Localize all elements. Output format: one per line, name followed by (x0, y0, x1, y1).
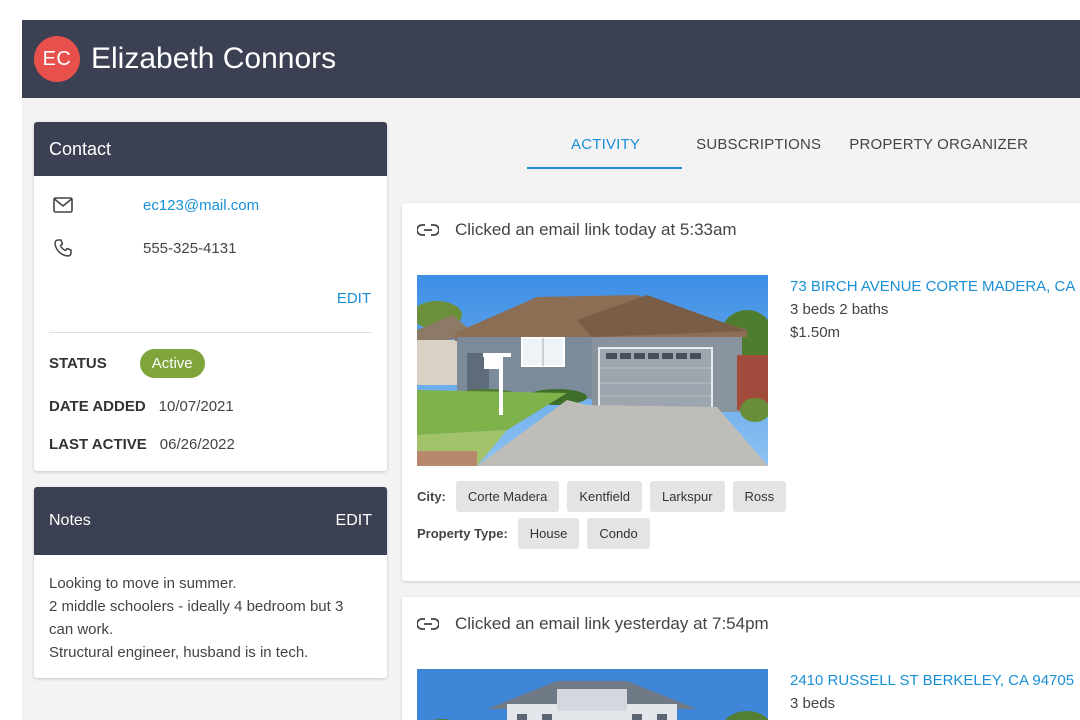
contact-name-title: Elizabeth Connors (91, 42, 337, 75)
property-address-link[interactable]: 2410 RUSSELL ST BERKELEY, CA 94705 (790, 669, 1074, 692)
property-info: 2410 RUSSELL ST BERKELEY, CA 94705 3 bed… (790, 669, 1074, 715)
activity-card: Clicked an email link today at 5:33am 73… (402, 203, 1080, 581)
notes-line: Structural engineer, husband is in tech. (49, 644, 309, 661)
contact-card-header: Contact (34, 122, 387, 176)
email-link[interactable]: ec123@mail.com (143, 197, 259, 214)
notes-text[interactable]: Looking to move in summer. 2 middle scho… (34, 555, 387, 678)
email-row: ec123@mail.com (52, 194, 259, 216)
property-type-chip[interactable]: Condo (587, 518, 650, 549)
notes-card-header: Notes EDIT (34, 487, 387, 555)
phone-number[interactable]: 555-325-4131 (143, 240, 236, 257)
property-type-filter-row: Property Type: House Condo (417, 518, 794, 549)
property-filters: City: Corte Madera Kentfield Larkspur Ro… (417, 481, 794, 555)
edit-notes-button[interactable]: EDIT (336, 512, 372, 530)
last-active-row: LAST ACTIVE 06/26/2022 (49, 436, 235, 453)
avatar[interactable]: EC (34, 36, 80, 82)
property-type-filter-label: Property Type: (417, 526, 508, 541)
status-row: STATUS Active (49, 349, 205, 378)
last-active-label: LAST ACTIVE (49, 436, 147, 453)
activity-card: Clicked an email link yesterday at 7:54p… (402, 597, 1080, 720)
tab-subscriptions[interactable]: SUBSCRIPTIONS (682, 126, 835, 169)
notes-line: Looking to move in summer. (49, 575, 237, 592)
property-photo[interactable] (417, 275, 768, 466)
property-type-chip[interactable]: House (517, 518, 580, 549)
notes-line: 2 middle schoolers - ideally 4 bedroom b… (49, 598, 344, 615)
property-address-link[interactable]: 73 BIRCH AVENUE CORTE MADERA, CA (790, 275, 1075, 298)
property-photo[interactable] (417, 669, 768, 720)
notes-card: Notes EDIT Looking to move in summer. 2 … (34, 487, 387, 678)
divider (49, 332, 372, 333)
activity-header: Clicked an email link today at 5:33am (417, 220, 737, 240)
contact-card-title: Contact (49, 138, 112, 159)
property-details: 3 beds (790, 695, 836, 712)
link-icon (417, 614, 441, 634)
tab-property-organizer[interactable]: PROPERTY ORGANIZER (835, 126, 1042, 169)
city-filter-label: City: (417, 489, 446, 504)
contact-card: Contact ec123@mail.com 555-325-4131 EDIT… (34, 122, 387, 471)
city-chip[interactable]: Ross (732, 481, 787, 512)
phone-icon (52, 237, 74, 259)
mail-icon (52, 194, 74, 216)
last-active-value: 06/26/2022 (159, 436, 235, 453)
property-details: 3 beds 2 baths (790, 301, 889, 318)
notes-line: can work. (49, 621, 114, 638)
date-added-value: 10/07/2021 (158, 398, 234, 415)
city-chip[interactable]: Corte Madera (455, 481, 560, 512)
status-label: STATUS (49, 355, 107, 372)
activity-header: Clicked an email link yesterday at 7:54p… (417, 614, 769, 634)
city-chip[interactable]: Kentfield (567, 481, 642, 512)
status-badge[interactable]: Active (139, 349, 205, 378)
activity-text: Clicked an email link yesterday at 7:54p… (455, 614, 769, 633)
date-added-row: DATE ADDED 10/07/2021 (49, 398, 234, 415)
city-filter-row: City: Corte Madera Kentfield Larkspur Ro… (417, 481, 794, 512)
tab-bar: ACTIVITY SUBSCRIPTIONS PROPERTY ORGANIZE… (527, 126, 1042, 169)
top-bar: EC Elizabeth Connors (22, 20, 1080, 98)
edit-contact-button[interactable]: EDIT (337, 290, 371, 307)
tab-activity[interactable]: ACTIVITY (527, 126, 683, 169)
property-info: 73 BIRCH AVENUE CORTE MADERA, CA 3 beds … (790, 275, 1075, 344)
city-chip[interactable]: Larkspur (649, 481, 725, 512)
app-window: EC Elizabeth Connors Contact ec123@mail.… (22, 20, 1080, 720)
link-icon (417, 220, 441, 240)
date-added-label: DATE ADDED (49, 398, 146, 415)
phone-row: 555-325-4131 (52, 237, 236, 259)
activity-text: Clicked an email link today at 5:33am (455, 220, 737, 239)
property-price: $1.50m (790, 324, 841, 341)
notes-card-title: Notes (49, 512, 91, 529)
